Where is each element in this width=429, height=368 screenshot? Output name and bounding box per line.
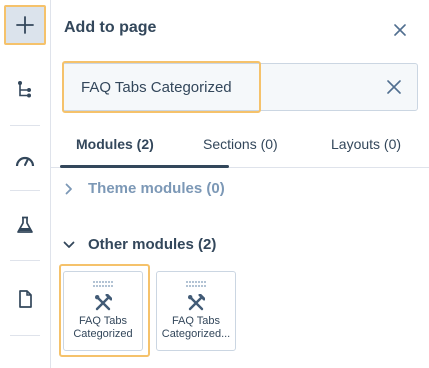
close-icon — [394, 24, 406, 36]
tab-modules[interactable]: Modules (2) — [76, 136, 154, 152]
tools-icon — [95, 294, 112, 311]
rail-divider — [10, 260, 40, 261]
left-rail — [0, 0, 51, 368]
tab-layouts[interactable]: Layouts (0) — [331, 136, 401, 152]
module-label: FAQ Tabs Categorized... — [161, 315, 231, 340]
plus-icon — [16, 16, 34, 34]
group-label: Theme modules (0) — [88, 180, 225, 197]
module-card[interactable]: FAQ Tabs Categorized — [63, 271, 143, 351]
drag-handle-icon — [93, 281, 113, 287]
speedometer-icon — [15, 156, 35, 167]
flask-icon — [17, 216, 33, 233]
page-settings-button[interactable] — [4, 279, 46, 319]
clear-search-button[interactable] — [385, 78, 403, 96]
group-other-modules[interactable]: Other modules (2) — [62, 236, 216, 253]
rail-divider — [10, 190, 40, 191]
close-button[interactable] — [392, 22, 408, 38]
chevron-down-icon — [62, 241, 76, 249]
clear-icon — [387, 80, 401, 94]
tab-sections[interactable]: Sections (0) — [203, 136, 278, 152]
tab-bar: Modules (2) Sections (0) Layouts (0) — [51, 124, 429, 168]
active-tab-indicator — [60, 165, 229, 168]
tools-icon — [188, 294, 205, 311]
search-value: FAQ Tabs Categorized — [81, 79, 232, 96]
optimization-button[interactable] — [4, 140, 46, 180]
group-label: Other modules (2) — [88, 236, 217, 253]
group-theme-modules[interactable]: Theme modules (0) — [62, 180, 225, 197]
tree-structure-icon — [18, 81, 31, 98]
chevron-right-icon — [62, 183, 76, 195]
rail-divider — [10, 125, 40, 126]
rail-divider — [10, 335, 40, 336]
module-label: FAQ Tabs Categorized — [73, 315, 133, 340]
module-card[interactable]: FAQ Tabs Categorized... — [156, 271, 236, 351]
page-structure-button[interactable] — [4, 69, 46, 109]
panel-title: Add to page — [64, 19, 157, 36]
add-button[interactable] — [4, 5, 46, 45]
document-icon — [19, 290, 32, 308]
drag-handle-icon — [186, 281, 206, 287]
test-button[interactable] — [4, 205, 46, 245]
